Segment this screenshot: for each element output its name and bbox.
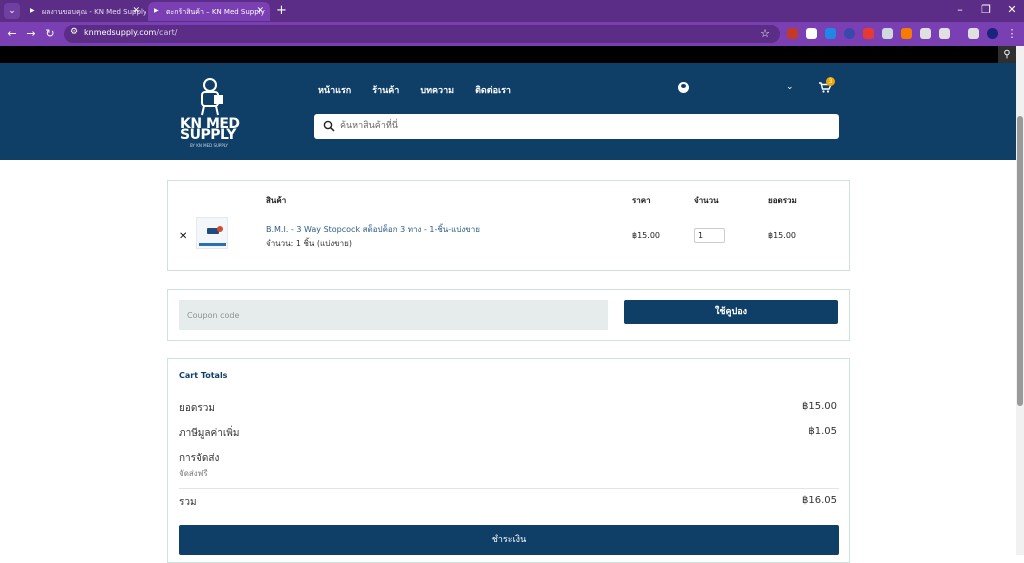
browser-tabstrip: ⌄ ▶ ผลงานขอบคุณ - KN Med Supply — ... ✕ … [0, 0, 1024, 22]
tab-close-icon[interactable]: ✕ [132, 6, 140, 16]
extension-icon[interactable] [806, 28, 817, 39]
nav-articles[interactable]: บทความ [420, 83, 454, 97]
product-thumbnail[interactable] [196, 217, 228, 249]
remove-item-icon[interactable]: ✕ [179, 231, 187, 242]
column-header-qty: จำนวน [694, 196, 719, 205]
tab-favicon-icon: ▶ [154, 7, 159, 14]
new-tab-icon[interactable]: + [276, 3, 287, 18]
totals-divider [179, 488, 839, 489]
order-total-value: ฿16.05 [802, 495, 837, 506]
main-nav: หน้าแรก ร้านค้า บทความ ติดต่อเรา [318, 83, 511, 97]
site-logo[interactable]: KN MED SUPPLY BY KN MED SUPPLY [176, 77, 246, 149]
product-name-link[interactable]: B.M.I. - 3 Way Stopcock สต็อปค็อก 3 ทาง … [266, 223, 480, 236]
subtotal-value: ฿15.00 [802, 401, 837, 412]
site-header: KN MED SUPPLY BY KN MED SUPPLY หน้าแรก ร… [0, 63, 1016, 160]
minimize-icon[interactable]: – [950, 3, 970, 16]
logo-text: KN MED SUPPLY [180, 116, 240, 143]
product-subtotal: ฿15.00 [768, 231, 796, 240]
order-total-label: รวม [179, 497, 197, 508]
site-search[interactable] [314, 114, 839, 139]
extension-icon[interactable] [825, 28, 836, 39]
restore-icon[interactable]: ❐ [976, 3, 996, 16]
nav-shop[interactable]: ร้านค้า [372, 83, 399, 97]
profile-avatar-icon[interactable] [987, 28, 998, 39]
search-icon [323, 120, 335, 132]
column-header-total: ยอดรวม [768, 196, 797, 205]
logo-mascot-icon [201, 78, 223, 116]
search-input[interactable] [340, 117, 820, 135]
cart-count-badge: 3 [826, 77, 835, 86]
subtotal-label: ยอดรวม [179, 403, 215, 414]
extension-icon[interactable] [863, 28, 874, 39]
vat-label: ภาษีมูลค่าเพิ่ม [179, 428, 240, 439]
product-meta: จำนวน: 1 ชิ้น (แบ่งขาย) [266, 239, 352, 248]
forward-icon[interactable]: → [23, 26, 39, 42]
quantity-input[interactable] [694, 228, 725, 243]
coupon-section: ใช้คูปอง [167, 289, 850, 341]
tab-search-menu-icon[interactable]: ⌄ [4, 3, 20, 19]
cart-table: สินค้า ราคา จำนวน ยอดรวม ✕ B.M.I. - 3 Wa… [167, 180, 850, 271]
coupon-input[interactable] [179, 300, 608, 330]
top-bar: ⚲ [0, 46, 1016, 63]
extension-icon[interactable] [901, 28, 912, 39]
tab-close-icon[interactable]: ✕ [256, 6, 264, 16]
address-bar[interactable]: ⚙ knmedsupply.com/cart/ ☆ [64, 25, 780, 43]
product-price: ฿15.00 [632, 231, 660, 240]
vat-value: ฿1.05 [808, 426, 837, 437]
browser-toolbar: ← → ↻ ⚙ knmedsupply.com/cart/ ☆ ⋮ [0, 22, 1024, 46]
search-icon[interactable]: ⚲ [998, 46, 1016, 63]
logo-subtext: BY KN MED SUPPLY [190, 143, 228, 148]
extensions-puzzle-icon[interactable] [939, 28, 950, 39]
tab-label: ผลงานขอบคุณ - KN Med Supply — ... [42, 8, 146, 16]
page-scrollbar[interactable] [1016, 46, 1024, 555]
account-icon[interactable] [678, 82, 689, 93]
nav-home[interactable]: หน้าแรก [318, 83, 351, 97]
address-url: knmedsupply.com/cart/ [84, 28, 178, 37]
checkout-button[interactable]: ชำระเงิน [179, 525, 839, 555]
site-info-icon[interactable]: ⚙ [70, 27, 78, 37]
apply-coupon-button[interactable]: ใช้คูปอง [624, 300, 838, 324]
scrollbar-thumb[interactable] [1017, 116, 1023, 406]
tab-label: ตะกร้าสินค้า – KN Med Supply [166, 8, 265, 16]
extension-icon[interactable] [787, 28, 798, 39]
browser-tab[interactable]: ▶ ผลงานขอบคุณ - KN Med Supply — ... ✕ [24, 2, 146, 21]
shipping-value: จัดส่งฟรี [179, 469, 208, 478]
cart-totals-title: Cart Totals [179, 371, 228, 380]
cart-totals: Cart Totals ยอดรวม ฿15.00 ภาษีมูลค่าเพิ่… [167, 358, 850, 563]
nav-contact[interactable]: ติดต่อเรา [475, 83, 511, 97]
reload-icon[interactable]: ↻ [42, 26, 58, 42]
browser-menu-icon[interactable]: ⋮ [1004, 26, 1020, 42]
column-header-price: ราคา [632, 196, 651, 205]
window-close-icon[interactable]: ✕ [1002, 3, 1022, 16]
browser-tab-active[interactable]: ▶ ตะกร้าสินค้า – KN Med Supply ✕ [148, 2, 270, 21]
tab-favicon-icon: ▶ [30, 7, 35, 14]
edit-icon[interactable] [920, 28, 931, 39]
chevron-down-icon[interactable]: ⌄ [786, 82, 794, 92]
back-icon[interactable]: ← [4, 26, 20, 42]
column-header-product: สินค้า [266, 196, 287, 205]
extension-icon[interactable] [882, 28, 893, 39]
extension-icon[interactable] [844, 28, 855, 39]
download-icon[interactable] [968, 28, 979, 39]
shipping-label: การจัดส่ง [179, 453, 220, 464]
bookmark-star-icon[interactable]: ☆ [760, 27, 770, 40]
